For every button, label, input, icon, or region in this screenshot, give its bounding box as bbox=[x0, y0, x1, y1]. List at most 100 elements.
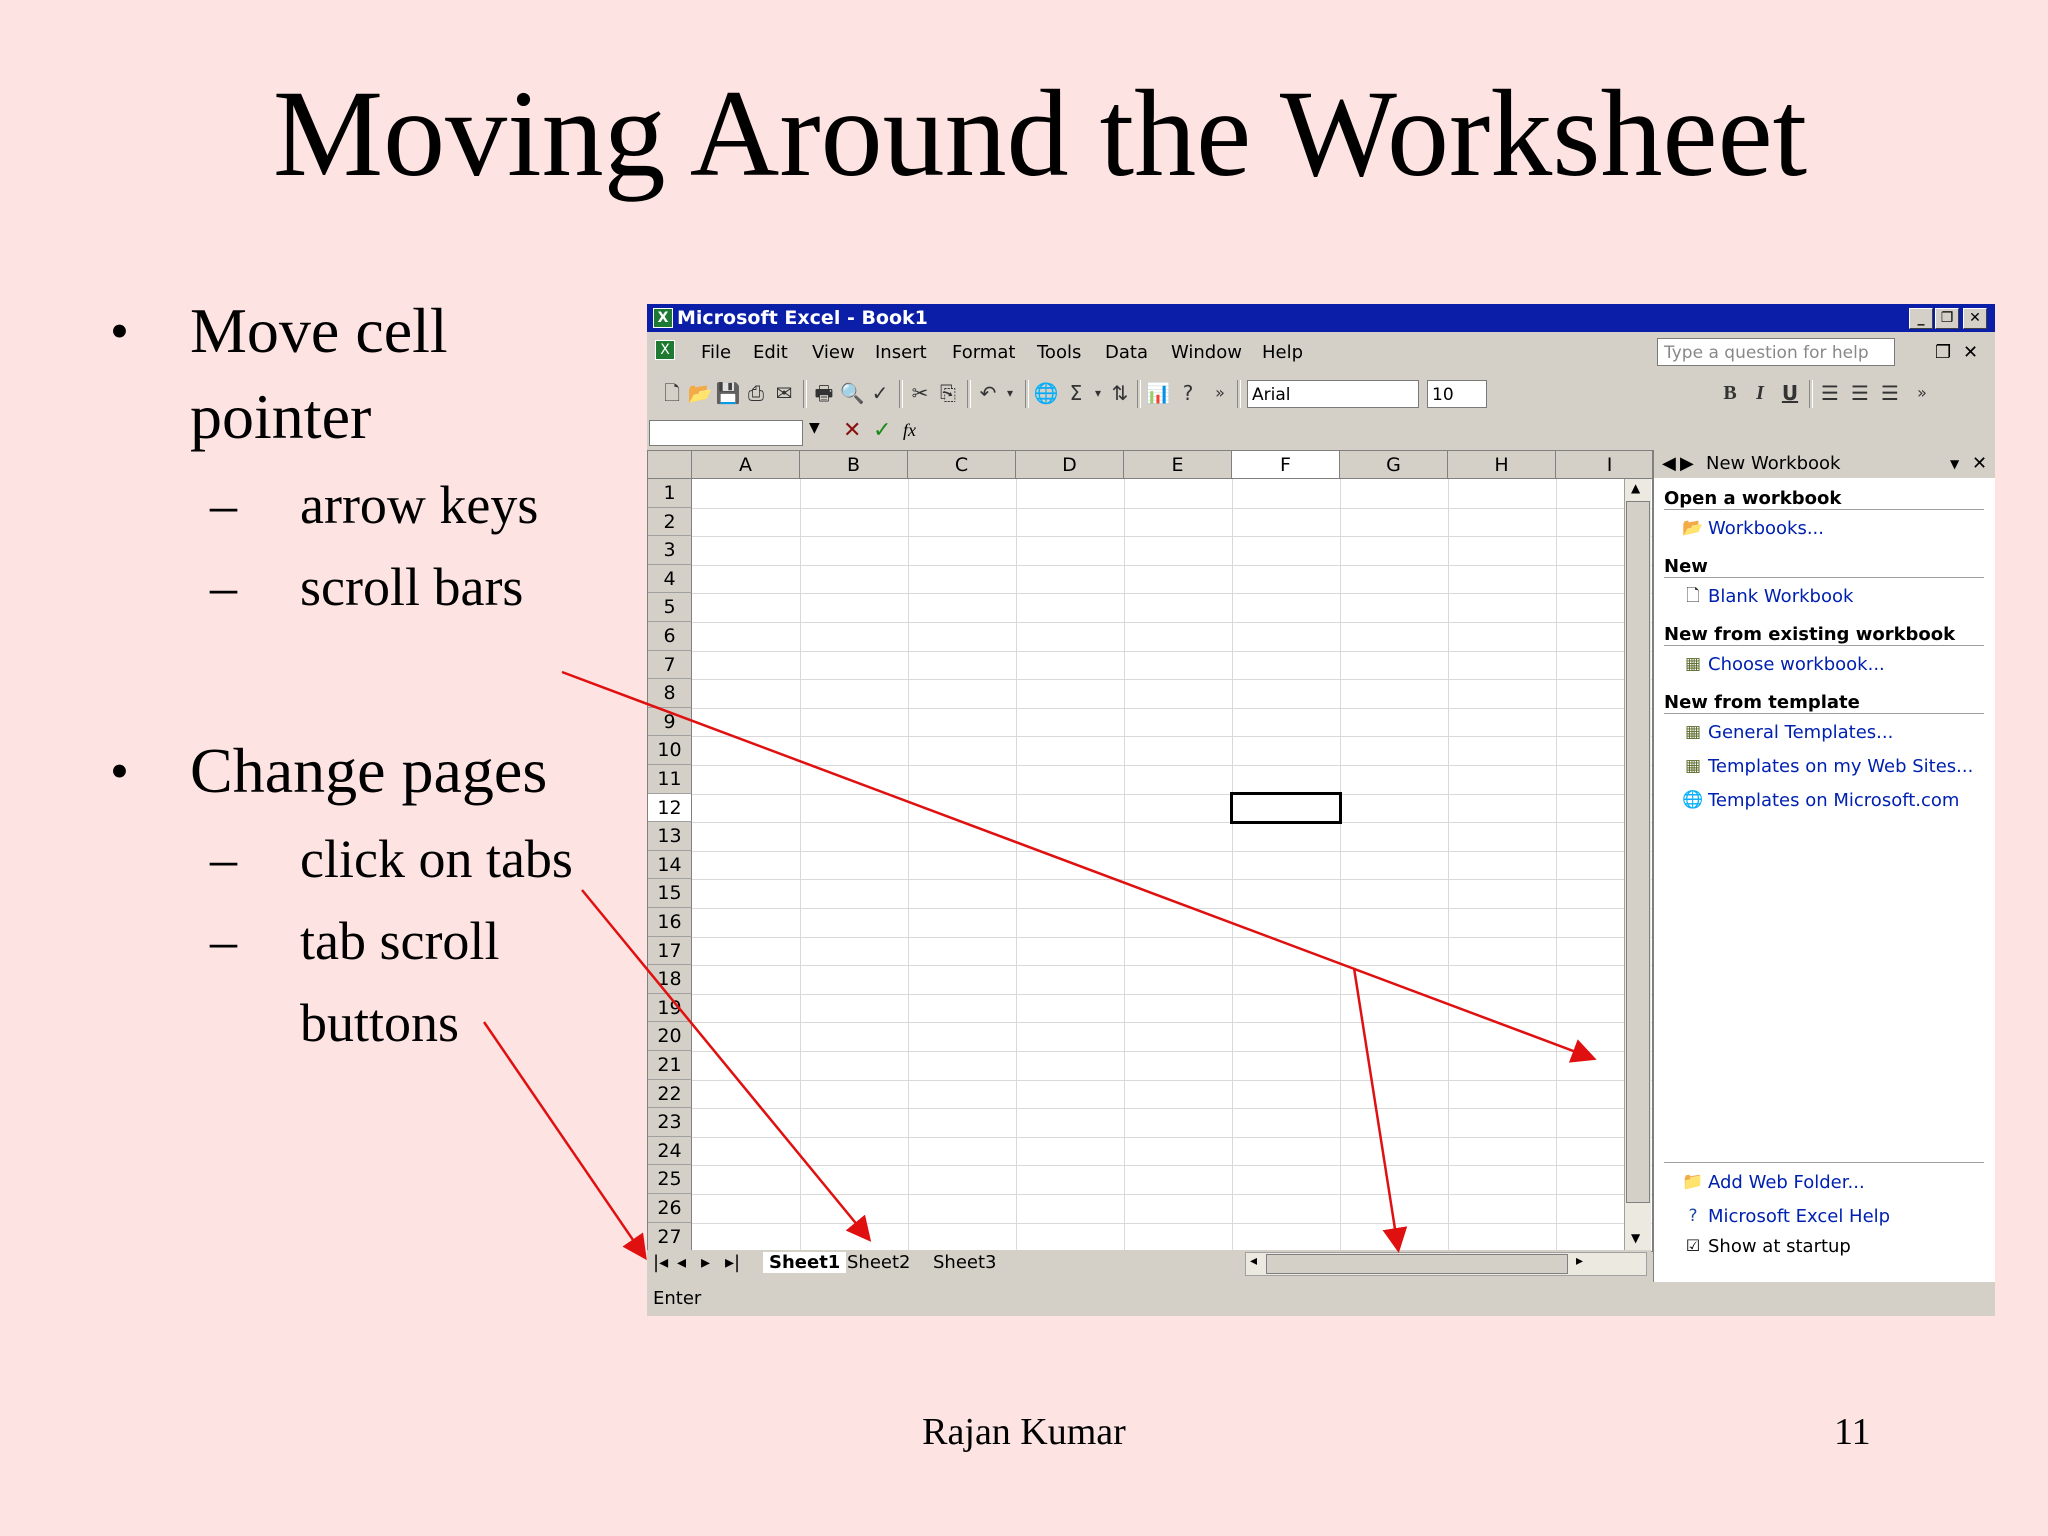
column-header[interactable]: E bbox=[1124, 451, 1232, 479]
open-icon[interactable]: 📂 bbox=[687, 380, 713, 406]
doc-close-icon[interactable]: ✕ bbox=[1963, 342, 1978, 363]
row-header[interactable]: 1 bbox=[648, 479, 692, 508]
print-icon[interactable]: 🖶 bbox=[811, 380, 837, 406]
toolbar-options-icon[interactable]: » bbox=[1207, 380, 1233, 406]
first-sheet-button[interactable]: |◂ bbox=[653, 1252, 668, 1273]
last-sheet-button[interactable]: ▸| bbox=[725, 1252, 740, 1273]
prev-sheet-button[interactable]: ◂ bbox=[677, 1252, 686, 1273]
menu-edit[interactable]: Edit bbox=[753, 342, 788, 363]
row-header[interactable]: 23 bbox=[648, 1108, 692, 1137]
row-header[interactable]: 11 bbox=[648, 765, 692, 794]
scroll-up-icon[interactable]: ▲ bbox=[1631, 481, 1640, 495]
link-excel-help[interactable]: Microsoft Excel Help bbox=[1708, 1206, 1890, 1227]
name-box-dropdown-icon[interactable]: ▼ bbox=[809, 420, 820, 436]
row-header[interactable]: 8 bbox=[648, 679, 692, 708]
italic-button[interactable]: I bbox=[1747, 380, 1773, 406]
menu-help[interactable]: Help bbox=[1262, 342, 1303, 363]
toolbar-options-icon[interactable]: » bbox=[1909, 380, 1935, 406]
permission-icon[interactable]: ⎙ bbox=[743, 380, 769, 406]
align-center-icon[interactable]: ☰ bbox=[1847, 380, 1873, 406]
row-header[interactable]: 4 bbox=[648, 564, 692, 594]
font-size-select[interactable]: 10 bbox=[1427, 380, 1487, 408]
bold-button[interactable]: B bbox=[1717, 380, 1743, 406]
row-header[interactable]: 24 bbox=[648, 1136, 692, 1166]
title-bar[interactable]: X Microsoft Excel - Book1 _ ❐ ✕ bbox=[647, 304, 1995, 332]
row-header[interactable]: 7 bbox=[648, 650, 692, 680]
worksheet-grid[interactable]: A B C D E F G H I 1 2 3 4 5 6 7 8 9 10 11 12 13 14 15 16 17 18 19 20… bbox=[647, 450, 1653, 1252]
sheet-tab-sheet2[interactable]: Sheet2 bbox=[847, 1252, 911, 1273]
column-header[interactable]: G bbox=[1340, 451, 1448, 479]
column-header[interactable]: D bbox=[1016, 451, 1124, 479]
new-icon[interactable]: 🗋 bbox=[659, 380, 685, 406]
task-pane-close-icon[interactable]: ✕ bbox=[1972, 450, 1987, 478]
row-header[interactable]: 20 bbox=[648, 1022, 692, 1051]
task-pane-menu-icon[interactable]: ▼ bbox=[1950, 450, 1959, 478]
insert-function-icon[interactable]: fx bbox=[903, 420, 916, 441]
row-header[interactable]: 3 bbox=[648, 536, 692, 565]
workbook-icon[interactable]: X bbox=[655, 340, 675, 360]
row-header[interactable]: 14 bbox=[648, 850, 692, 880]
help-icon[interactable]: ? bbox=[1175, 380, 1201, 406]
vertical-scrollbar[interactable]: ▲ ▼ bbox=[1624, 479, 1651, 1251]
print-preview-icon[interactable]: 🔍 bbox=[839, 380, 865, 406]
sheet-tab-sheet1[interactable]: Sheet1 bbox=[763, 1252, 847, 1273]
email-icon[interactable]: ✉ bbox=[771, 380, 797, 406]
menu-window[interactable]: Window bbox=[1171, 342, 1242, 363]
row-header[interactable]: 19 bbox=[648, 993, 692, 1023]
row-header[interactable]: 17 bbox=[648, 936, 692, 966]
row-header[interactable]: 5 bbox=[648, 593, 692, 622]
save-icon[interactable]: 💾 bbox=[715, 380, 741, 406]
back-icon[interactable]: ◀ bbox=[1662, 450, 1676, 478]
column-header[interactable]: I bbox=[1556, 451, 1652, 479]
show-at-startup-checkbox[interactable]: ☑ bbox=[1682, 1236, 1704, 1256]
link-add-web-folder[interactable]: Add Web Folder... bbox=[1708, 1172, 1865, 1193]
row-header[interactable]: 26 bbox=[648, 1194, 692, 1223]
horizontal-scrollbar[interactable]: ◂ ▸ bbox=[1245, 1252, 1647, 1276]
close-button[interactable]: ✕ bbox=[1963, 308, 1987, 329]
link-templates-web-sites[interactable]: Templates on my Web Sites... bbox=[1708, 756, 1973, 777]
ask-question-input[interactable]: Type a question for help bbox=[1657, 338, 1895, 366]
link-workbooks[interactable]: Workbooks... bbox=[1708, 518, 1824, 539]
enter-icon[interactable]: ✓ bbox=[873, 418, 891, 443]
column-header[interactable]: H bbox=[1448, 451, 1556, 479]
menu-data[interactable]: Data bbox=[1105, 342, 1148, 363]
cut-icon[interactable]: ✂ bbox=[907, 380, 933, 406]
row-header[interactable]: 2 bbox=[648, 507, 692, 537]
scroll-right-icon[interactable]: ▸ bbox=[1576, 1253, 1583, 1269]
sheet-tab-sheet3[interactable]: Sheet3 bbox=[933, 1252, 997, 1273]
link-general-templates[interactable]: General Templates... bbox=[1708, 722, 1893, 743]
column-header[interactable]: C bbox=[908, 451, 1016, 479]
menu-view[interactable]: View bbox=[812, 342, 855, 363]
row-header[interactable]: 6 bbox=[648, 622, 692, 651]
underline-button[interactable]: U bbox=[1777, 380, 1803, 406]
row-header[interactable]: 22 bbox=[648, 1079, 692, 1109]
row-header[interactable]: 9 bbox=[648, 707, 692, 737]
menu-tools[interactable]: Tools bbox=[1037, 342, 1081, 363]
sort-ascending-icon[interactable]: ⇅ bbox=[1107, 380, 1133, 406]
link-templates-microsoft[interactable]: Templates on Microsoft.com bbox=[1708, 790, 1959, 811]
column-header[interactable]: B bbox=[800, 451, 908, 479]
excel-app-icon[interactable]: X bbox=[653, 308, 673, 328]
forward-icon[interactable]: ▶ bbox=[1680, 450, 1694, 478]
row-header[interactable]: 16 bbox=[648, 908, 692, 937]
name-box[interactable] bbox=[649, 420, 803, 446]
row-header[interactable]: 12 bbox=[648, 793, 692, 823]
align-right-icon[interactable]: ☰ bbox=[1877, 380, 1903, 406]
next-sheet-button[interactable]: ▸ bbox=[701, 1252, 710, 1273]
row-header[interactable]: 13 bbox=[648, 822, 692, 851]
restore-button[interactable]: ❐ bbox=[1935, 308, 1959, 329]
menu-format[interactable]: Format bbox=[952, 342, 1015, 363]
column-header[interactable]: F bbox=[1232, 451, 1340, 479]
scroll-left-icon[interactable]: ◂ bbox=[1250, 1253, 1257, 1269]
row-header[interactable]: 27 bbox=[648, 1222, 692, 1251]
menu-insert[interactable]: Insert bbox=[875, 342, 927, 363]
column-header[interactable]: A bbox=[692, 451, 800, 479]
align-left-icon[interactable]: ☰ bbox=[1817, 380, 1843, 406]
row-header[interactable]: 25 bbox=[648, 1165, 692, 1194]
hyperlink-icon[interactable]: 🌐 bbox=[1033, 380, 1059, 406]
cancel-icon[interactable]: ✕ bbox=[843, 418, 861, 443]
active-cell[interactable] bbox=[1230, 791, 1342, 825]
row-header[interactable]: 10 bbox=[648, 736, 692, 765]
horizontal-scroll-thumb[interactable] bbox=[1266, 1254, 1568, 1274]
spelling-icon[interactable]: ✓ bbox=[867, 380, 893, 406]
